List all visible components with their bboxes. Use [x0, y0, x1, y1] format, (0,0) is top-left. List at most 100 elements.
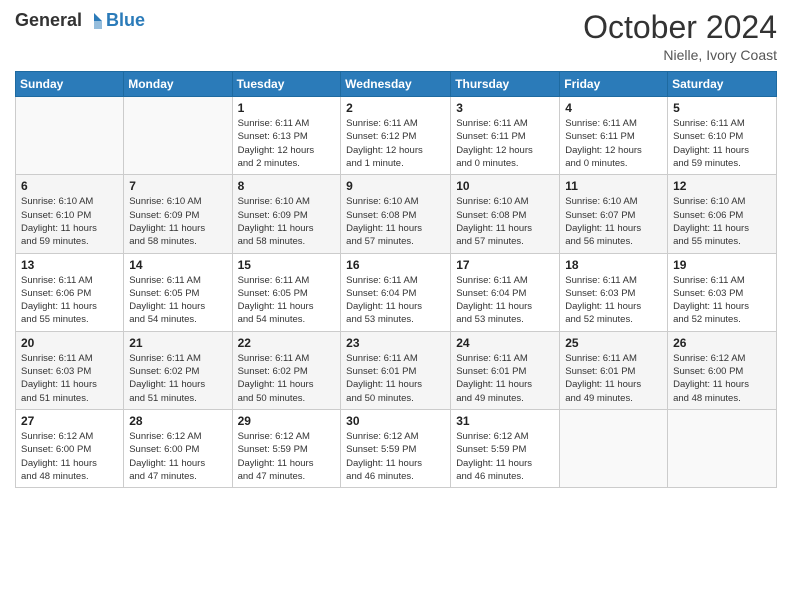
day-info: Sunrise: 6:12 AM Sunset: 5:59 PM Dayligh… [346, 430, 445, 483]
header: General Blue October 2024 Nielle, Ivory … [15, 10, 777, 63]
day-number: 20 [21, 336, 118, 350]
calendar-cell: 23 Sunrise: 6:11 AM Sunset: 6:01 PM Dayli… [341, 331, 451, 409]
day-info: Sunrise: 6:12 AM Sunset: 5:59 PM Dayligh… [456, 430, 554, 483]
week-row-2: 6Sunrise: 6:10 AM Sunset: 6:10 PM Daylig… [16, 175, 777, 253]
day-number: 10 [456, 179, 554, 193]
day-info: Sunrise: 6:10 AM Sunset: 6:10 PM Dayligh… [21, 195, 118, 248]
day-number: 29 [238, 414, 336, 428]
day-info: Sunrise: 6:11 AM Sunset: 6:01 PM Dayligh… [456, 352, 554, 405]
header-saturday: Saturday [668, 72, 777, 97]
calendar-cell [124, 97, 232, 175]
day-info: Sunrise: 6:12 AM Sunset: 5:59 PM Dayligh… [238, 430, 336, 483]
calendar-cell: 22 Sunrise: 6:11 AM Sunset: 6:02 PM Dayli… [232, 331, 341, 409]
calendar-cell: 7 Sunrise: 6:10 AM Sunset: 6:09 PM Daylig… [124, 175, 232, 253]
calendar-cell: 25 Sunrise: 6:11 AM Sunset: 6:01 PM Dayli… [560, 331, 668, 409]
logo-blue: Blue [106, 10, 145, 31]
calendar-cell: 21 Sunrise: 6:11 AM Sunset: 6:02 PM Dayli… [124, 331, 232, 409]
day-info: Sunrise: 6:10 AM Sunset: 6:06 PM Dayligh… [673, 195, 771, 248]
calendar-cell: 17 Sunrise: 6:11 AM Sunset: 6:04 PM Dayli… [451, 253, 560, 331]
day-number: 28 [129, 414, 226, 428]
day-info: Sunrise: 6:11 AM Sunset: 6:03 PM Dayligh… [565, 274, 662, 327]
calendar-cell: 14 Sunrise: 6:11 AM Sunset: 6:05 PM Dayli… [124, 253, 232, 331]
day-info: Sunrise: 6:12 AM Sunset: 6:00 PM Dayligh… [673, 352, 771, 405]
day-info: Sunrise: 6:11 AM Sunset: 6:01 PM Dayligh… [346, 352, 445, 405]
header-sunday: Sunday [16, 72, 124, 97]
day-number: 16 [346, 258, 445, 272]
logo-area: General Blue [15, 10, 145, 31]
day-info: Sunrise: 6:11 AM Sunset: 6:02 PM Dayligh… [129, 352, 226, 405]
day-info: Sunrise: 6:11 AM Sunset: 6:05 PM Dayligh… [129, 274, 226, 327]
calendar-cell [560, 409, 668, 487]
day-number: 18 [565, 258, 662, 272]
day-info: Sunrise: 6:11 AM Sunset: 6:12 PM Dayligh… [346, 117, 445, 170]
day-info: Sunrise: 6:11 AM Sunset: 6:05 PM Dayligh… [238, 274, 336, 327]
calendar-cell: 10 Sunrise: 6:10 AM Sunset: 6:08 PM Dayli… [451, 175, 560, 253]
day-number: 21 [129, 336, 226, 350]
day-info: Sunrise: 6:11 AM Sunset: 6:03 PM Dayligh… [21, 352, 118, 405]
week-row-3: 13 Sunrise: 6:11 AM Sunset: 6:06 PM Dayli… [16, 253, 777, 331]
calendar-cell: 15Sunrise: 6:11 AM Sunset: 6:05 PM Dayli… [232, 253, 341, 331]
calendar-cell: 29 Sunrise: 6:12 AM Sunset: 5:59 PM Dayli… [232, 409, 341, 487]
day-info: Sunrise: 6:11 AM Sunset: 6:10 PM Dayligh… [673, 117, 771, 170]
day-info: Sunrise: 6:11 AM Sunset: 6:11 PM Dayligh… [456, 117, 554, 170]
day-info: Sunrise: 6:11 AM Sunset: 6:04 PM Dayligh… [346, 274, 445, 327]
header-thursday: Thursday [451, 72, 560, 97]
calendar-cell: 13 Sunrise: 6:11 AM Sunset: 6:06 PM Dayli… [16, 253, 124, 331]
day-number: 31 [456, 414, 554, 428]
day-number: 26 [673, 336, 771, 350]
day-number: 7 [129, 179, 226, 193]
header-tuesday: Tuesday [232, 72, 341, 97]
calendar-cell: 28 Sunrise: 6:12 AM Sunset: 6:00 PM Dayli… [124, 409, 232, 487]
calendar-table: Sunday Monday Tuesday Wednesday Thursday… [15, 71, 777, 488]
week-row-4: 20 Sunrise: 6:11 AM Sunset: 6:03 PM Dayli… [16, 331, 777, 409]
calendar-cell: 9Sunrise: 6:10 AM Sunset: 6:08 PM Daylig… [341, 175, 451, 253]
calendar-cell: 6Sunrise: 6:10 AM Sunset: 6:10 PM Daylig… [16, 175, 124, 253]
calendar-cell: 24 Sunrise: 6:11 AM Sunset: 6:01 PM Dayli… [451, 331, 560, 409]
day-number: 3 [456, 101, 554, 115]
day-number: 9 [346, 179, 445, 193]
day-number: 5 [673, 101, 771, 115]
month-title: October 2024 [583, 10, 777, 45]
day-info: Sunrise: 6:11 AM Sunset: 6:02 PM Dayligh… [238, 352, 336, 405]
day-number: 14 [129, 258, 226, 272]
location-title: Nielle, Ivory Coast [583, 47, 777, 63]
calendar-cell: 31 Sunrise: 6:12 AM Sunset: 5:59 PM Dayli… [451, 409, 560, 487]
calendar-cell: 20 Sunrise: 6:11 AM Sunset: 6:03 PM Dayli… [16, 331, 124, 409]
day-info: Sunrise: 6:10 AM Sunset: 6:07 PM Dayligh… [565, 195, 662, 248]
calendar-cell [668, 409, 777, 487]
day-info: Sunrise: 6:10 AM Sunset: 6:09 PM Dayligh… [129, 195, 226, 248]
day-number: 22 [238, 336, 336, 350]
week-row-5: 27 Sunrise: 6:12 AM Sunset: 6:00 PM Dayli… [16, 409, 777, 487]
logo-icon [84, 11, 104, 31]
calendar-cell: 11 Sunrise: 6:10 AM Sunset: 6:07 PM Dayli… [560, 175, 668, 253]
day-info: Sunrise: 6:11 AM Sunset: 6:06 PM Dayligh… [21, 274, 118, 327]
title-area: October 2024 Nielle, Ivory Coast [583, 10, 777, 63]
day-info: Sunrise: 6:10 AM Sunset: 6:08 PM Dayligh… [456, 195, 554, 248]
calendar-cell: 18 Sunrise: 6:11 AM Sunset: 6:03 PM Dayli… [560, 253, 668, 331]
day-number: 30 [346, 414, 445, 428]
logo-text: General Blue [15, 10, 145, 31]
week-row-1: 1Sunrise: 6:11 AM Sunset: 6:13 PM Daylig… [16, 97, 777, 175]
day-number: 8 [238, 179, 336, 193]
day-number: 17 [456, 258, 554, 272]
day-info: Sunrise: 6:11 AM Sunset: 6:01 PM Dayligh… [565, 352, 662, 405]
day-number: 12 [673, 179, 771, 193]
day-number: 24 [456, 336, 554, 350]
day-info: Sunrise: 6:12 AM Sunset: 6:00 PM Dayligh… [129, 430, 226, 483]
day-number: 25 [565, 336, 662, 350]
calendar-cell: 27Sunrise: 6:12 AM Sunset: 6:00 PM Dayli… [16, 409, 124, 487]
day-number: 11 [565, 179, 662, 193]
calendar-cell: 26 Sunrise: 6:12 AM Sunset: 6:00 PM Dayli… [668, 331, 777, 409]
calendar-cell: 12 Sunrise: 6:10 AM Sunset: 6:06 PM Dayli… [668, 175, 777, 253]
day-number: 23 [346, 336, 445, 350]
logo-general: General [15, 10, 82, 31]
calendar-cell: 30 Sunrise: 6:12 AM Sunset: 5:59 PM Dayli… [341, 409, 451, 487]
day-info: Sunrise: 6:10 AM Sunset: 6:09 PM Dayligh… [238, 195, 336, 248]
calendar-cell: 4Sunrise: 6:11 AM Sunset: 6:11 PM Daylig… [560, 97, 668, 175]
day-info: Sunrise: 6:11 AM Sunset: 6:03 PM Dayligh… [673, 274, 771, 327]
day-info: Sunrise: 6:11 AM Sunset: 6:04 PM Dayligh… [456, 274, 554, 327]
day-number: 13 [21, 258, 118, 272]
day-number: 19 [673, 258, 771, 272]
header-wednesday: Wednesday [341, 72, 451, 97]
day-number: 27 [21, 414, 118, 428]
